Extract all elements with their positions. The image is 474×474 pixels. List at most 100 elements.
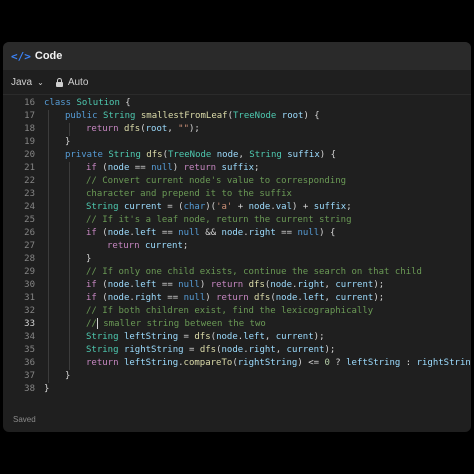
code-token: ); bbox=[313, 332, 325, 342]
line-number: 28 bbox=[24, 254, 35, 264]
code-token: ) { bbox=[303, 111, 320, 121]
code-token: rightString bbox=[237, 358, 298, 368]
code-token: ) bbox=[172, 163, 184, 173]
code-line[interactable]: 17 public String smallestFromLeaf(TreeNod… bbox=[3, 110, 471, 123]
code-token: dfs bbox=[254, 293, 271, 303]
code-token: return bbox=[86, 124, 124, 134]
code-token: current bbox=[335, 280, 374, 290]
code-token: , bbox=[264, 332, 276, 342]
auto-mode-indicator[interactable]: Auto bbox=[55, 77, 88, 88]
code-token: ) + bbox=[292, 202, 314, 212]
code-line[interactable]: 33 // smaller string between the two bbox=[3, 318, 471, 331]
code-token: String bbox=[86, 345, 124, 355]
code-token: dfs bbox=[199, 345, 217, 355]
code-line[interactable]: 35 String rightString = dfs(node.right, c… bbox=[3, 344, 471, 357]
code-token: == bbox=[275, 228, 298, 238]
code-token: ) <= bbox=[297, 358, 325, 368]
code-token: smallestFromLeaf bbox=[140, 111, 228, 121]
code-text: return leftString.compareTo(rightString)… bbox=[86, 357, 471, 370]
code-line[interactable]: 36 return leftString.compareTo(rightStrin… bbox=[3, 357, 471, 370]
code-token: if bbox=[86, 163, 103, 173]
code-token: node bbox=[107, 163, 130, 173]
code-token: : bbox=[400, 358, 417, 368]
line-number: 21 bbox=[24, 163, 35, 173]
code-token: , bbox=[238, 150, 250, 160]
code-token: , bbox=[324, 293, 336, 303]
code-line[interactable]: 29 // If only one child exists, continue … bbox=[3, 266, 471, 279]
code-token: } bbox=[65, 371, 71, 381]
code-token: ) { bbox=[319, 228, 336, 238]
language-selector[interactable]: Java ⌄ bbox=[11, 77, 44, 88]
code-line[interactable]: 22 // Convert current node's value to cor… bbox=[3, 175, 471, 188]
code-text: } bbox=[44, 383, 49, 396]
code-editor[interactable]: 16 class Solution {17 public String smalle… bbox=[3, 96, 471, 414]
code-line[interactable]: 25 // If it's a leaf node, return the cur… bbox=[3, 214, 471, 227]
code-line[interactable]: 27 return current; bbox=[3, 240, 471, 253]
code-token: String bbox=[86, 332, 124, 342]
code-line[interactable]: 37} bbox=[3, 370, 471, 383]
code-text: if (node.right == null) return dfs(node.… bbox=[86, 292, 384, 305]
line-number: 27 bbox=[24, 241, 35, 251]
line-number: 24 bbox=[24, 202, 35, 212]
code-text: String leftString = dfs(node.left, curre… bbox=[86, 331, 325, 344]
code-token: } bbox=[44, 384, 50, 394]
code-token: left bbox=[134, 280, 157, 290]
code-line[interactable]: 32 // If both children exist, find the le… bbox=[3, 305, 471, 318]
save-status: Saved bbox=[13, 415, 36, 424]
line-number: 20 bbox=[24, 150, 35, 160]
code-token: ; bbox=[254, 163, 260, 173]
code-token: current bbox=[286, 345, 325, 355]
code-line[interactable]: 31 if (node.right == null) return dfs(nod… bbox=[3, 292, 471, 305]
code-token: ); bbox=[189, 124, 200, 134]
code-token: String bbox=[102, 111, 141, 121]
line-number: 36 bbox=[24, 358, 35, 368]
code-line[interactable]: 19} bbox=[3, 136, 471, 149]
line-number: 18 bbox=[24, 124, 35, 134]
code-token: , bbox=[275, 345, 287, 355]
code-text: // If only one child exists, continue th… bbox=[86, 266, 422, 279]
code-token: return bbox=[86, 358, 124, 368]
line-number: 37 bbox=[24, 371, 35, 381]
line-number: 16 bbox=[24, 98, 35, 108]
code-text: // If it's a leaf node, return the curre… bbox=[86, 214, 352, 227]
code-line[interactable]: 21 if (node == null) return suffix; bbox=[3, 162, 471, 175]
code-token: class bbox=[44, 98, 77, 108]
code-token: } bbox=[86, 254, 92, 264]
code-line[interactable]: 16 class Solution { bbox=[3, 97, 471, 110]
code-token: == bbox=[156, 228, 179, 238]
code-token: return bbox=[216, 293, 255, 303]
line-number: 32 bbox=[24, 306, 35, 316]
code-line[interactable]: 30 if (node.left == null) return dfs(node… bbox=[3, 279, 471, 292]
code-token: ? bbox=[329, 358, 347, 368]
chevron-down-icon: ⌄ bbox=[37, 77, 44, 87]
code-token: TreeNode bbox=[167, 150, 217, 160]
code-token: leftString bbox=[123, 358, 179, 368]
code-token: left bbox=[302, 293, 325, 303]
code-line[interactable]: 18 return dfs(root, ""); bbox=[3, 123, 471, 136]
line-number: 25 bbox=[24, 215, 35, 225]
code-line[interactable]: 24 String current = (char)('a' + node.val… bbox=[3, 201, 471, 214]
code-token: } bbox=[65, 137, 71, 147]
code-token: return bbox=[107, 241, 145, 251]
code-line[interactable]: 26 if (node.left == null && node.right ==… bbox=[3, 227, 471, 240]
indent-guide bbox=[69, 123, 70, 136]
code-token: left bbox=[243, 332, 265, 342]
code-text: } bbox=[65, 136, 70, 149]
code-token: char bbox=[183, 202, 206, 212]
code-token: if bbox=[86, 228, 103, 238]
code-line[interactable]: 34 String leftString = dfs(node.left, cur… bbox=[3, 331, 471, 344]
code-token: dfs bbox=[146, 150, 163, 160]
code-token: current bbox=[144, 241, 183, 251]
code-token: node bbox=[107, 280, 130, 290]
code-token: smaller string between the two bbox=[97, 319, 266, 329]
code-token: + bbox=[232, 202, 249, 212]
code-line[interactable]: 23 character and prepend it to the suffix bbox=[3, 188, 471, 201]
code-token: return bbox=[183, 163, 222, 173]
code-line[interactable]: 28} bbox=[3, 253, 471, 266]
code-line[interactable]: 20 private String dfs(TreeNode node, Stri… bbox=[3, 149, 471, 162]
code-token: ; bbox=[182, 241, 189, 251]
code-token: ); bbox=[373, 293, 385, 303]
code-line[interactable]: 38} bbox=[3, 383, 471, 396]
indent-guide bbox=[48, 110, 49, 383]
language-label: Java bbox=[11, 76, 33, 88]
